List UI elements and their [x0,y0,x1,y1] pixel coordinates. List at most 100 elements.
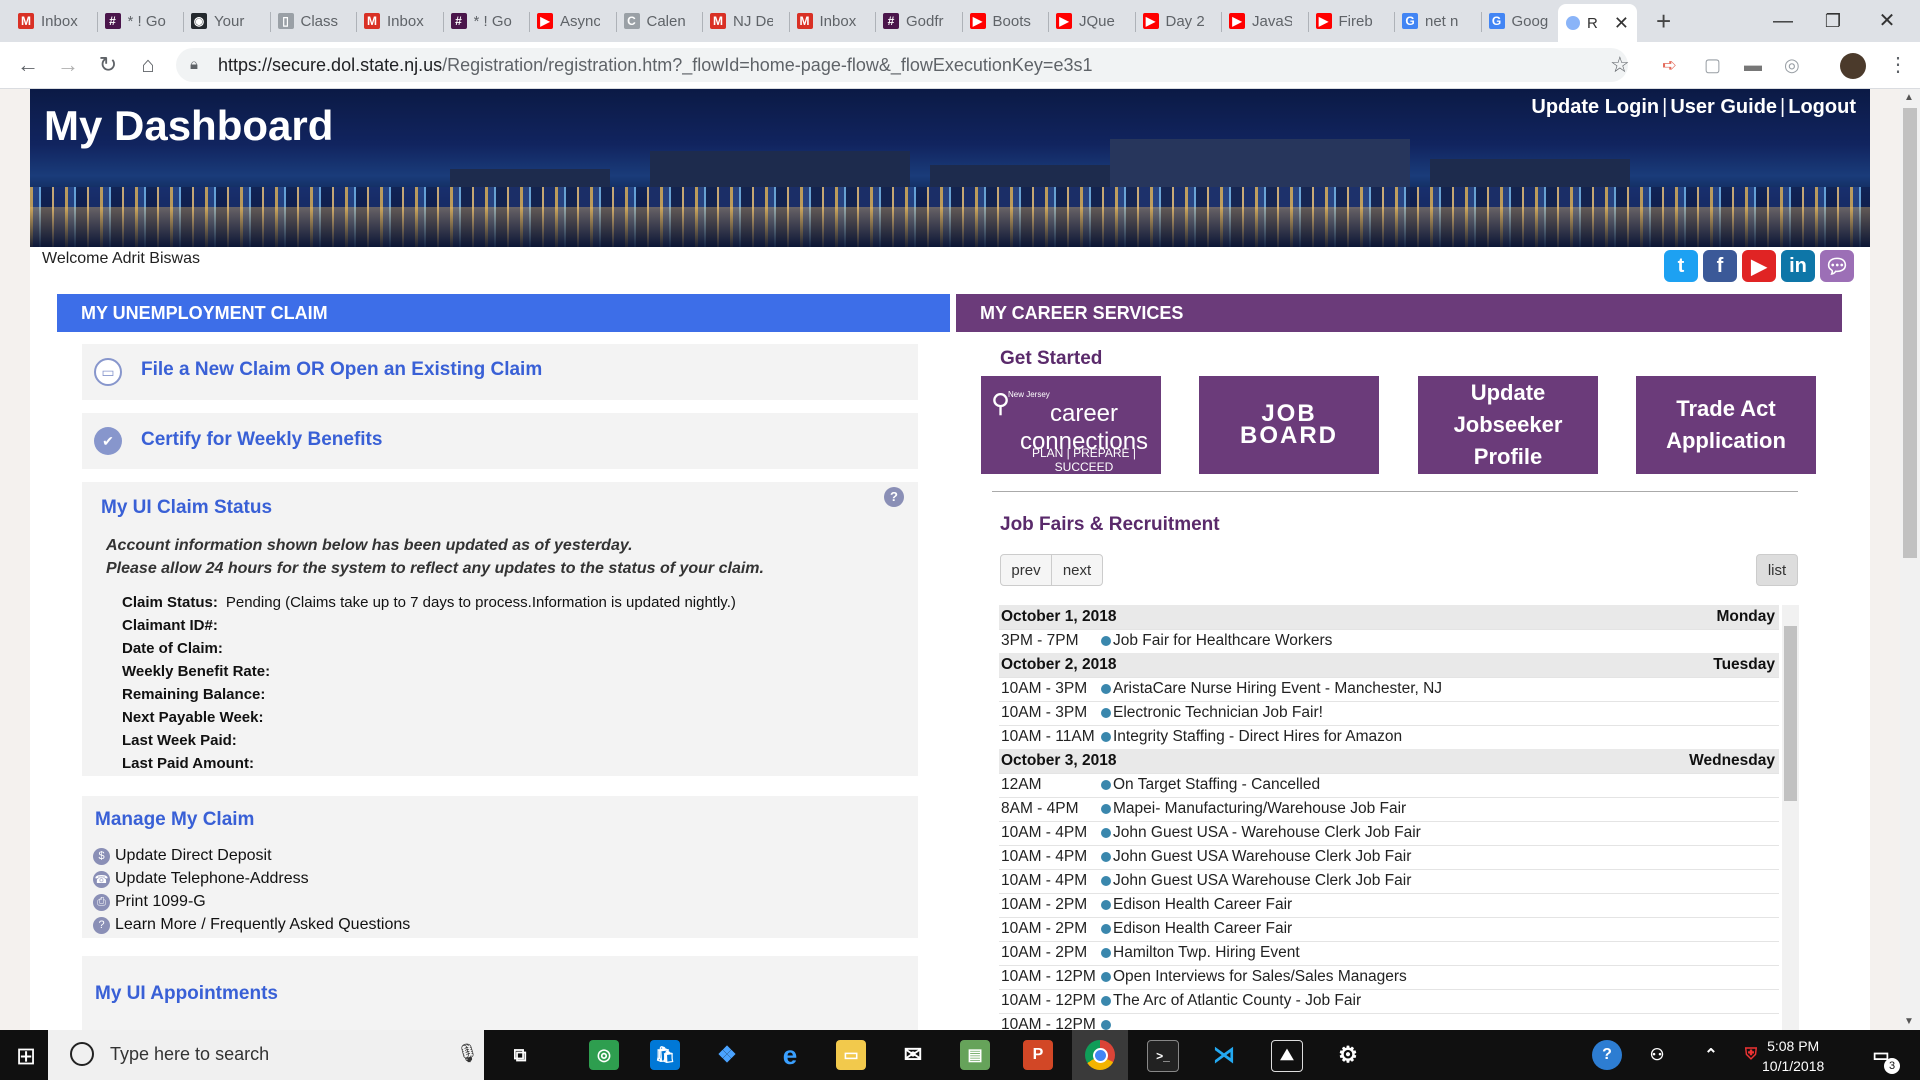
facebook-icon[interactable]: f [1703,250,1737,282]
forward-icon[interactable]: → [54,51,82,79]
new-tab-button[interactable]: + [1656,6,1671,37]
file-claim-panel[interactable]: ▭ File a New Claim OR Open an Existing C… [82,344,918,400]
edge-icon[interactable]: e [775,1040,805,1070]
url-text[interactable]: https://secure.dol.state.nj.us/Registrat… [218,55,1092,76]
chat-icon[interactable]: 💬︎ [1820,250,1854,282]
extension-icon-3[interactable]: ▬ [1744,55,1762,76]
youtube-icon[interactable]: ▶ [1742,250,1776,282]
dropbox-icon[interactable]: ❖ [712,1040,742,1070]
calendar-event[interactable]: 3PM - 7PM Job Fair for Healthcare Workers [999,629,1779,654]
event-title[interactable]: John Guest USA - Warehouse Clerk Job Fai… [1113,821,1421,845]
certify-link[interactable]: Certify for Weekly Benefits [141,429,382,451]
tab-11[interactable]: ▶ Boots [969,8,1033,34]
calendar-event[interactable]: 10AM - 11AM Integrity Staffing - Direct H… [999,725,1779,750]
microphone-icon[interactable]: 🎙︎ [456,1043,479,1064]
cortana-icon[interactable] [70,1042,94,1066]
tab-0[interactable]: M Inbox [18,8,81,34]
calendar-event[interactable]: 10AM - 12PM [999,1013,1779,1030]
close-tab-icon[interactable]: ✕ [1614,13,1629,34]
event-title[interactable]: AristaCare Nurse Hiring Event - Manchest… [1113,677,1442,701]
event-title[interactable]: John Guest USA Warehouse Clerk Job Fair [1113,845,1411,869]
calendar-event[interactable]: 10AM - 4PM John Guest USA Warehouse Clerk… [999,869,1779,894]
help-tray-icon[interactable]: ? [1592,1040,1622,1070]
next-button[interactable]: next [1051,554,1103,586]
update-login-link[interactable]: Update Login [1531,96,1659,118]
event-title[interactable]: The Arc of Atlantic County - Job Fair [1113,989,1361,1013]
tab-8[interactable]: M NJ De [710,8,773,34]
scroll-up-arrow-icon[interactable]: ▲ [1904,92,1914,103]
store-icon[interactable]: 🛍︎ [650,1040,680,1070]
tab-5[interactable]: # * ! Go [450,8,514,34]
terminal-icon[interactable]: >_ [1147,1040,1179,1072]
back-icon[interactable]: ← [14,51,42,79]
settings-icon[interactable]: ⚙ [1333,1040,1363,1070]
taskbar-clock[interactable]: 5:08 PM 10/1/2018 [1762,1036,1824,1076]
windows-start-icon[interactable]: ⊞ [16,1042,36,1071]
file-claim-link[interactable]: File a New Claim OR Open an Existing Cla… [141,359,542,381]
tab-15[interactable]: ▶ Fireb [1315,8,1379,34]
event-title[interactable]: Edison Health Career Fair [1113,917,1292,941]
event-title[interactable]: John Guest USA Warehouse Clerk Job Fair [1113,869,1411,893]
tab-13[interactable]: ▶ Day 2 [1142,8,1206,34]
bookmark-star-icon[interactable]: ☆ [1610,52,1630,78]
taskbar-search-input[interactable]: Type here to search [110,1044,269,1065]
event-title[interactable]: Integrity Staffing - Direct Hires for Am… [1113,725,1402,749]
calendar-event[interactable]: 10AM - 12PM Open Interviews for Sales/Sal… [999,965,1779,990]
people-icon[interactable]: ⚇ [1642,1040,1672,1070]
mail-icon[interactable]: ✉ [898,1040,928,1070]
tab-3[interactable]: ▯ Class [277,8,341,34]
twitter-icon[interactable]: t [1664,250,1698,282]
tray-chevron-icon[interactable]: ⌃ [1696,1040,1726,1070]
list-view-button[interactable]: list [1756,554,1798,586]
linkedin-icon[interactable]: in [1781,250,1815,282]
calendar-event[interactable]: 8AM - 4PM Mapei- Manufacturing/Warehouse … [999,797,1779,822]
calendar-event[interactable]: 10AM - 4PM John Guest USA - Warehouse Cle… [999,821,1779,846]
update-profile-tile[interactable]: Update Jobseeker Profile [1418,376,1598,474]
help-icon[interactable]: ? [884,487,904,507]
profile-avatar[interactable] [1840,53,1866,79]
tab-10[interactable]: # Godfr [883,8,946,34]
powerpoint-icon[interactable]: P [1023,1040,1053,1070]
tab-14[interactable]: ▶ JavaS [1229,8,1292,34]
scroll-down-arrow-icon[interactable]: ▼ [1904,1016,1914,1027]
tab-4[interactable]: M Inbox [364,8,427,34]
extension-icon-2[interactable]: ▢ [1704,55,1721,76]
event-title[interactable]: Hamilton Twp. Hiring Event [1113,941,1300,965]
page-scrollbar-thumb[interactable] [1903,108,1917,558]
menu-dots-icon[interactable]: ⋮ [1888,52,1908,77]
tripadvisor-icon[interactable]: ◎ [589,1040,619,1070]
manage-claim-item[interactable]: ☎ Update Telephone-Address [93,870,309,888]
event-title[interactable]: Open Interviews for Sales/Sales Managers [1113,965,1407,989]
calendar-event[interactable]: 12AM On Target Staffing - Cancelled [999,773,1779,798]
calendar-event[interactable]: 10AM - 2PM Edison Health Career Fair [999,917,1779,942]
file-explorer-icon[interactable]: ▭ [836,1040,866,1070]
close-window-button[interactable]: ✕ [1864,6,1910,36]
tab-1[interactable]: # * ! Go [104,8,168,34]
calendar-event[interactable]: 10AM - 2PM Edison Health Career Fair [999,893,1779,918]
calendar-scrollbar-thumb[interactable] [1784,626,1797,801]
extension-icon-4[interactable]: ◎ [1784,55,1800,76]
event-title[interactable]: On Target Staffing - Cancelled [1113,773,1320,797]
tab-16[interactable]: Gnet n [1402,8,1465,34]
reload-icon[interactable]: ↻ [94,51,122,79]
trade-act-tile[interactable]: Trade Act Application [1636,376,1816,474]
calendar-event[interactable]: 10AM - 3PM Electronic Technician Job Fair… [999,701,1779,726]
career-connections-tile[interactable]: ⚲ New Jersey career connections PLAN | P… [981,376,1161,474]
calendar-event[interactable]: 10AM - 3PM AristaCare Nurse Hiring Event … [999,677,1779,702]
photos-icon[interactable]: ⛰︎ [1271,1040,1303,1072]
home-icon[interactable]: ⌂ [134,51,162,79]
maximize-button[interactable]: ❐ [1810,6,1856,36]
event-title[interactable]: Job Fair for Healthcare Workers [1113,629,1332,653]
job-board-tile[interactable]: JOB BOARD [1199,376,1379,474]
tab-9[interactable]: M Inbox [796,8,860,34]
tab-7[interactable]: C Calen [623,8,687,34]
notepad-icon[interactable]: ▤ [960,1040,990,1070]
tab-active[interactable]: R ✕ [1558,4,1637,42]
event-title[interactable]: Electronic Technician Job Fair! [1113,701,1323,725]
prev-button[interactable]: prev [1000,554,1052,586]
chrome-icon[interactable] [1085,1040,1115,1070]
manage-claim-item[interactable]: ⎙ Print 1099-G [93,893,206,911]
extension-icon-1[interactable]: ➪ [1662,55,1677,76]
event-title[interactable]: Edison Health Career Fair [1113,893,1292,917]
calendar-event[interactable]: 10AM - 12PM The Arc of Atlantic County - … [999,989,1779,1014]
